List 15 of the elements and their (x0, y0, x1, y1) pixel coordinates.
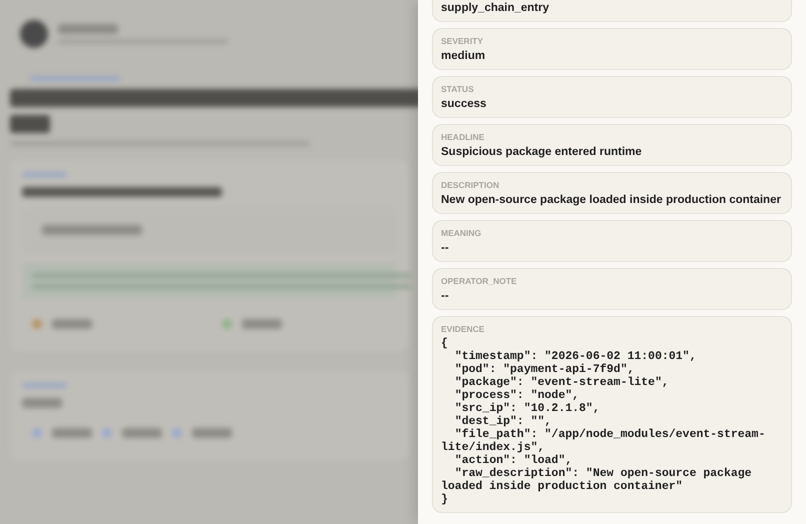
evidence-json: { "timestamp": "2026-06-02 11:00:01", "pod": "payment-api-7f9d", "package": "event-stream-lite", "process": "node", "src_ip": "10.2.1.8", "dest_ip": "", "file_path": "/app/node_modules/event-stream-lite/index.js", "action": "load", "raw_description": "New open-source package loaded inside production container" } (441, 337, 766, 506)
field-value: -- (441, 289, 450, 304)
field-label: DESCRIPTION (441, 180, 500, 191)
field-label: EVIDENCE (441, 324, 486, 335)
field-label: SEVERITY (441, 36, 484, 47)
field-value: supply_chain_entry (441, 1, 550, 16)
field-value: success (441, 97, 488, 112)
field-value: -- (441, 241, 450, 256)
field-value: medium (441, 49, 486, 64)
field-value: Suspicious package entered runtime (441, 145, 643, 160)
field-label: OPERATOR_NOTE (441, 276, 518, 287)
field-label: MEANING (441, 228, 482, 239)
field-label: HEADLINE (441, 132, 486, 143)
field-label: STATUS (441, 84, 475, 95)
field-value: New open-source package loaded inside production container (441, 193, 782, 208)
